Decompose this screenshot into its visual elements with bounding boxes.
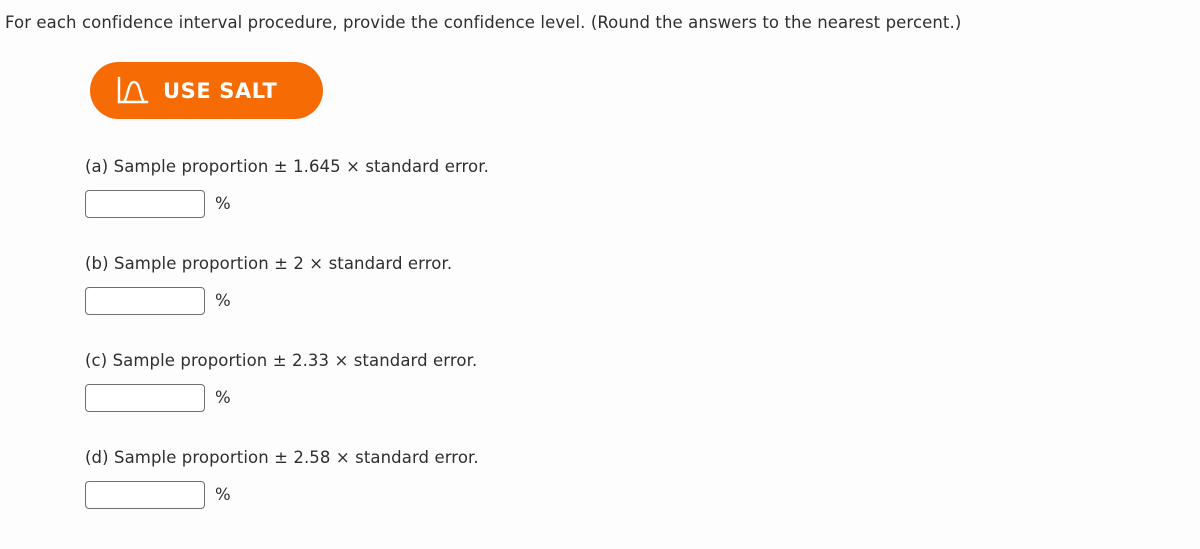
part-c-answer-row: % [85, 384, 477, 412]
part-b-answer-row: % [85, 287, 452, 315]
question-part-d: (d) Sample proportion ± 2.58 × standard … [85, 448, 479, 509]
part-d-answer-row: % [85, 481, 479, 509]
part-d-percent-label: % [215, 485, 231, 504]
question-part-a: (a) Sample proportion ± 1.645 × standard… [85, 157, 489, 218]
distribution-curve-icon [117, 76, 149, 103]
part-c-text: (c) Sample proportion ± 2.33 × standard … [85, 351, 478, 370]
question-prompt: For each confidence interval procedure, … [5, 13, 962, 32]
question-part-c: (c) Sample proportion ± 2.33 × standard … [85, 351, 477, 412]
use-salt-label: USE SALT [163, 78, 278, 103]
part-b-answer-input[interactable] [85, 287, 205, 315]
part-a-answer-row: % [85, 190, 489, 218]
part-d-answer-input[interactable] [85, 481, 205, 509]
part-c-answer-input[interactable] [85, 384, 205, 412]
part-b-percent-label: % [215, 291, 231, 310]
part-a-percent-label: % [215, 194, 231, 213]
part-c-percent-label: % [215, 388, 231, 407]
question-part-b: (b) Sample proportion ± 2 × standard err… [85, 254, 452, 315]
part-b-text: (b) Sample proportion ± 2 × standard err… [85, 254, 453, 273]
part-a-text: (a) Sample proportion ± 1.645 × standard… [85, 157, 489, 176]
part-d-text: (d) Sample proportion ± 2.58 × standard … [85, 448, 479, 467]
use-salt-button[interactable]: USE SALT [90, 62, 323, 119]
part-a-answer-input[interactable] [85, 190, 205, 218]
